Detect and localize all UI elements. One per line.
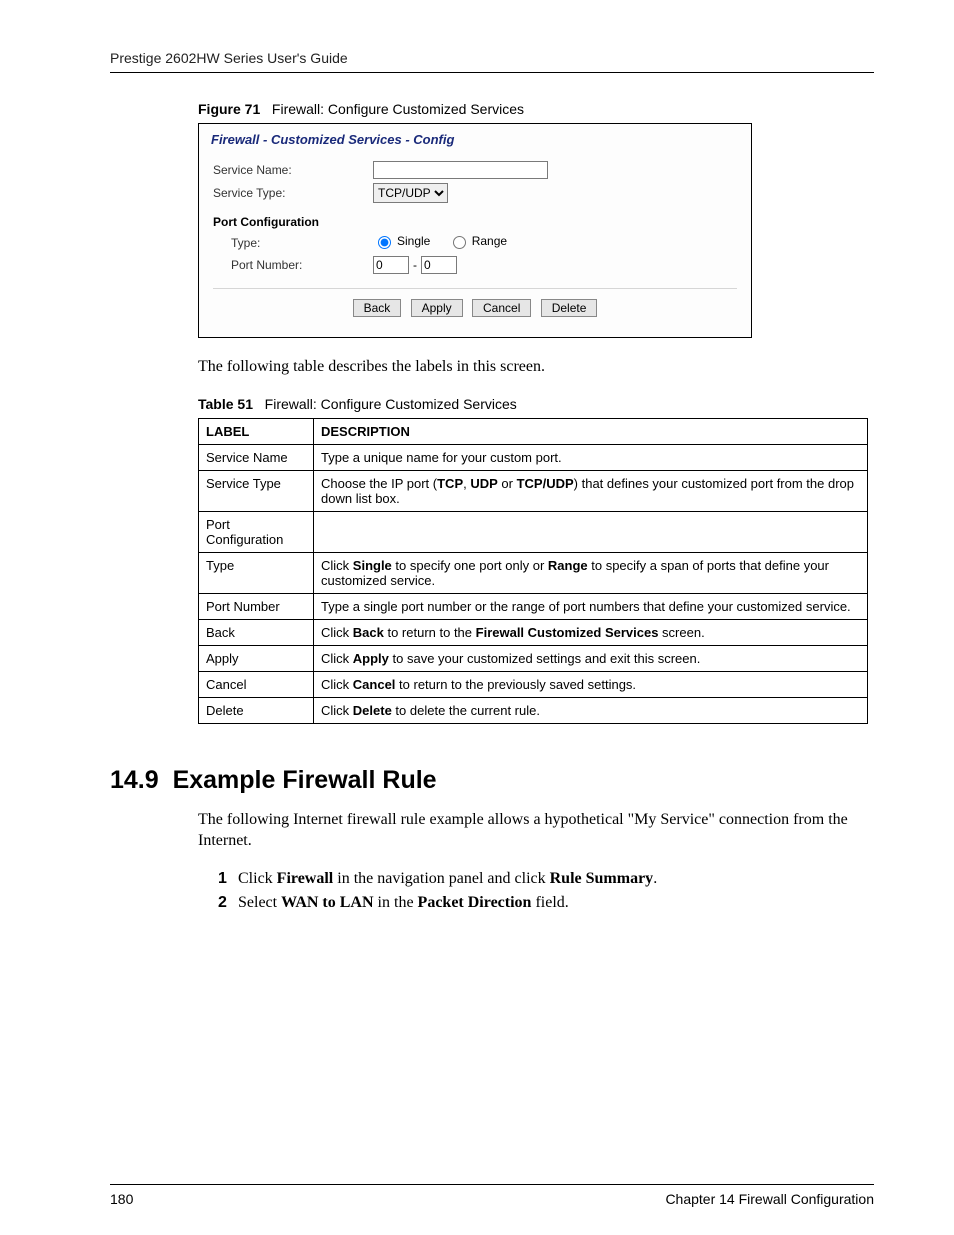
cell-description: Type a unique name for your custom port. [314,444,868,470]
divider [213,288,737,289]
table-row: DeleteClick Delete to delete the current… [199,697,868,723]
back-button[interactable]: Back [353,299,402,317]
cell-description: Click Single to specify one port only or… [314,552,868,593]
table-row: CancelClick Cancel to return to the prev… [199,671,868,697]
chapter-label: Chapter 14 Firewall Configuration [665,1191,874,1207]
cell-label: Apply [199,645,314,671]
page-footer: 180 Chapter 14 Firewall Configuration [110,1184,874,1207]
step-number: 1 [218,870,232,888]
intro-paragraph: The following table describes the labels… [198,356,874,378]
cell-description: Click Apply to save your customized sett… [314,645,868,671]
apply-button[interactable]: Apply [411,299,463,317]
service-name-label: Service Name: [213,163,373,177]
cell-label: Port Configuration [199,511,314,552]
page-number: 180 [110,1191,133,1207]
cell-description: Click Delete to delete the current rule. [314,697,868,723]
cell-description: Click Back to return to the Firewall Cus… [314,619,868,645]
th-label: LABEL [199,418,314,444]
step-item: 1 Click Firewall in the navigation panel … [218,870,874,888]
figure-caption: Figure 71 Firewall: Configure Customized… [198,101,874,117]
figure-label: Figure 71 [198,101,260,117]
step-text: Select WAN to LAN in the Packet Directio… [238,894,569,912]
table-row: Port Configuration [199,511,868,552]
radio-single-label: Single [397,234,430,248]
cell-description: Click Cancel to return to the previously… [314,671,868,697]
cell-label: Service Name [199,444,314,470]
table-title: Firewall: Configure Customized Services [265,396,517,412]
cell-description: Choose the IP port (TCP, UDP or TCP/UDP)… [314,470,868,511]
table-row: BackClick Back to return to the Firewall… [199,619,868,645]
delete-button[interactable]: Delete [541,299,598,317]
type-label: Type: [213,236,373,250]
radio-single[interactable] [378,236,391,249]
port-dash: - [409,258,421,272]
cell-label: Service Type [199,470,314,511]
table-row: Service TypeChoose the IP port (TCP, UDP… [199,470,868,511]
radio-range[interactable] [453,236,466,249]
service-type-select[interactable]: TCP/UDP [373,183,448,203]
port-to-input[interactable] [421,256,457,274]
cell-label: Cancel [199,671,314,697]
cell-label: Back [199,619,314,645]
table-row: ApplyClick Apply to save your customized… [199,645,868,671]
section-title: Example Firewall Rule [173,766,437,794]
cell-label: Port Number [199,593,314,619]
table-caption: Table 51 Firewall: Configure Customized … [198,396,874,412]
step-item: 2 Select WAN to LAN in the Packet Directi… [218,894,874,912]
config-screenshot: Firewall - Customized Services - Config … [198,123,752,338]
section-intro: The following Internet firewall rule exa… [198,809,874,852]
radio-range-wrap[interactable]: Range [448,233,507,249]
table-row: Service NameType a unique name for your … [199,444,868,470]
radio-single-wrap[interactable]: Single [373,233,430,249]
section-number: 14.9 [110,766,159,794]
step-text: Click Firewall in the navigation panel a… [238,870,657,888]
description-table: LABEL DESCRIPTION Service NameType a uni… [198,418,868,724]
service-type-label: Service Type: [213,186,373,200]
table-row: TypeClick Single to specify one port onl… [199,552,868,593]
port-from-input[interactable] [373,256,409,274]
panel-title: Firewall - Customized Services - Config [199,124,751,153]
th-description: DESCRIPTION [314,418,868,444]
running-header: Prestige 2602HW Series User's Guide [110,50,874,73]
section-heading: 14.9 Example Firewall Rule [110,766,874,795]
cancel-button[interactable]: Cancel [472,299,531,317]
radio-range-label: Range [472,234,507,248]
cell-label: Type [199,552,314,593]
step-number: 2 [218,894,232,912]
cell-description [314,511,868,552]
table-label: Table 51 [198,396,253,412]
table-row: Port NumberType a single port number or … [199,593,868,619]
cell-description: Type a single port number or the range o… [314,593,868,619]
port-config-heading: Port Configuration [213,215,737,229]
port-number-label: Port Number: [213,258,373,272]
cell-label: Delete [199,697,314,723]
figure-title: Firewall: Configure Customized Services [272,101,524,117]
service-name-input[interactable] [373,161,548,179]
